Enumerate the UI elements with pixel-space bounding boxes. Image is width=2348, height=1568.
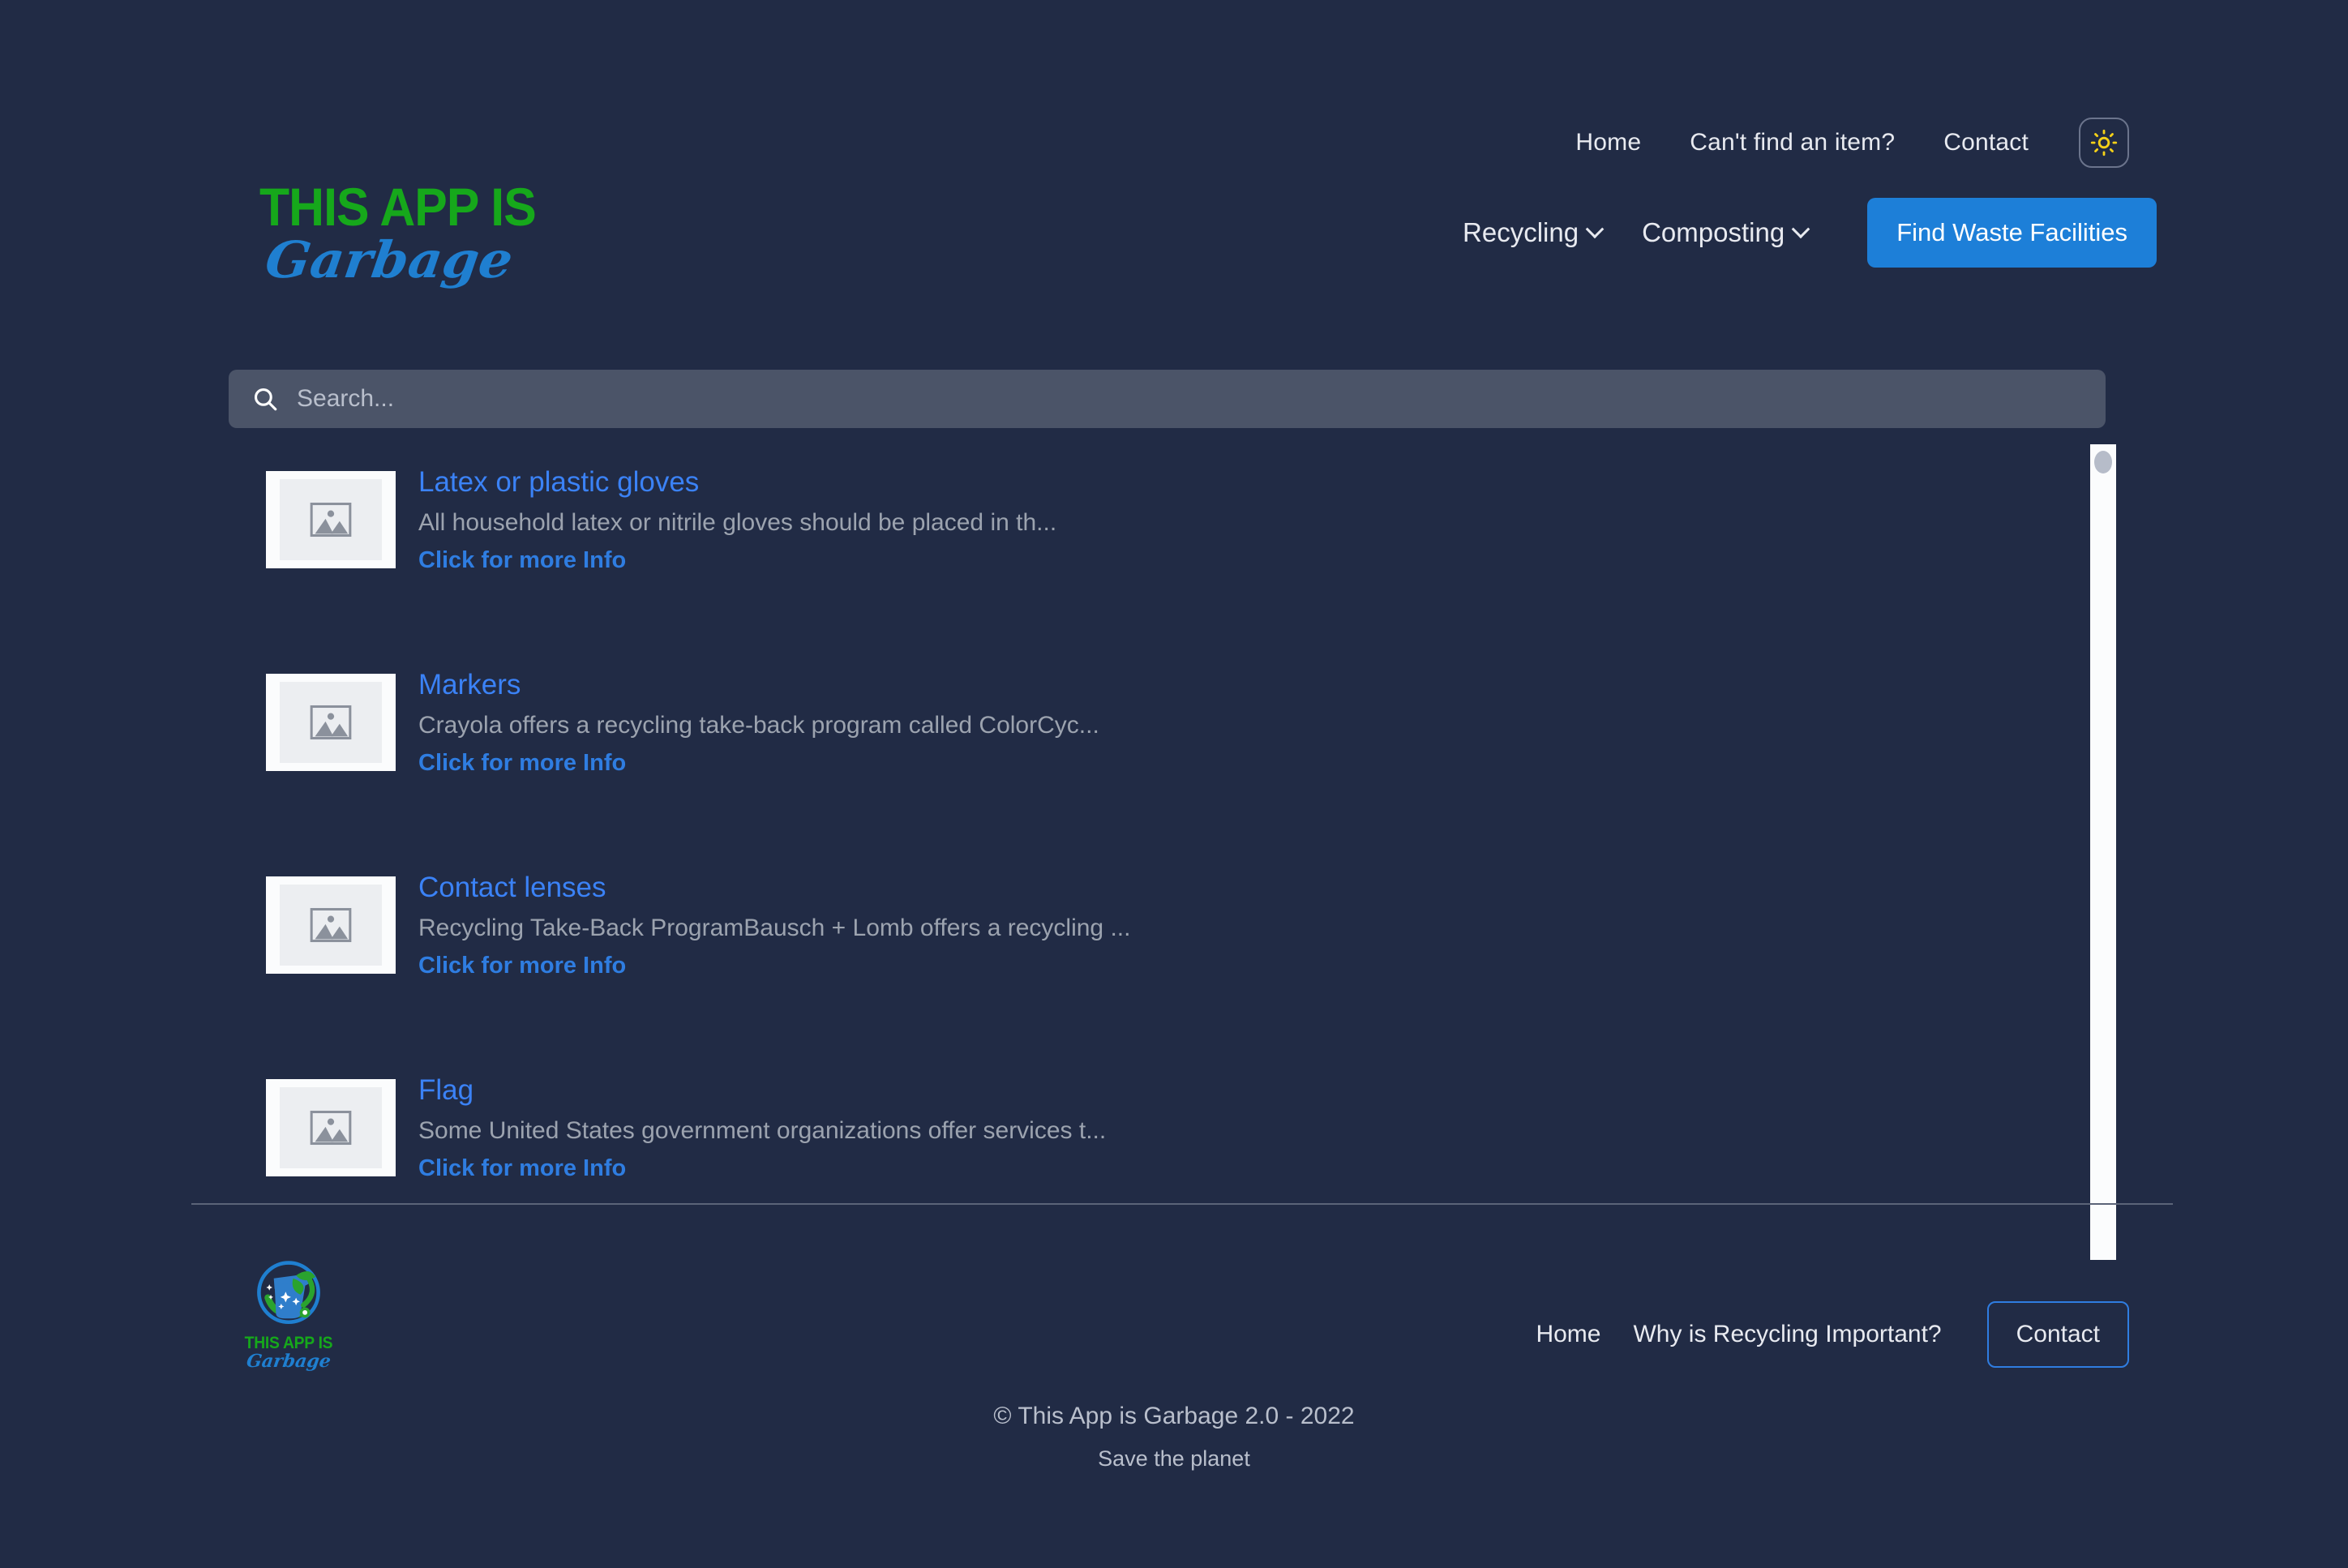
footer-logo-text-script: Garbage [245,1351,332,1372]
result-title[interactable]: Latex or plastic gloves [418,464,1056,501]
broken-image-icon [310,1110,352,1146]
result-thumbnail [266,674,396,771]
list-item[interactable]: Contact lenses Recycling Take-Back Progr… [191,859,2097,1062]
result-more-info-link[interactable]: Click for more Info [418,543,1056,577]
result-thumbnail [266,876,396,974]
site-logo[interactable]: THIS APP IS Garbage [259,180,584,293]
broken-image-icon [310,907,352,943]
main-nav: Recycling Composting Find Waste Faciliti… [1463,198,2157,268]
result-more-info-link[interactable]: Click for more Info [418,746,1099,780]
result-content: Contact lenses Recycling Take-Back Progr… [418,859,1130,983]
footer-nav: Home Why is Recycling Important? Contact [1536,1301,2129,1368]
top-utility-nav: Home Can't find an item? Contact [1575,118,2129,168]
search-input[interactable] [297,385,2083,413]
footer-divider [191,1203,2173,1205]
footer-contact-button[interactable]: Contact [1986,1301,2129,1368]
topnav-item-home[interactable]: Home [1575,129,1641,156]
result-description: Crayola offers a recycling take-back pro… [418,712,1099,739]
thumbnail-placeholder [280,682,382,763]
chevron-down-icon [1791,220,1810,239]
nav-item-recycling[interactable]: Recycling [1463,217,1605,248]
thumbnail-placeholder [280,1087,382,1168]
topnav-item-contact[interactable]: Contact [1943,129,2029,156]
result-content: Latex or plastic gloves All household la… [418,454,1056,577]
search-icon [254,388,277,411]
broken-image-icon [310,705,352,740]
theme-toggle-button[interactable] [2079,118,2129,168]
result-more-info-link[interactable]: Click for more Info [418,949,1130,983]
chevron-down-icon [1585,220,1605,239]
footer-logo[interactable]: THIS APP IS Garbage [240,1259,337,1372]
broken-image-icon [310,502,352,538]
thumbnail-placeholder [280,479,382,560]
result-title[interactable]: Flag [418,1072,1106,1109]
sun-icon [2090,129,2118,156]
list-item[interactable]: Latex or plastic gloves All household la… [191,454,2097,657]
result-thumbnail [266,1079,396,1176]
topnav-item-cant-find-an-item[interactable]: Can't find an item? [1690,129,1895,156]
scrollbar-thumb[interactable] [2094,451,2112,473]
recycling-bin-emblem-icon [257,1261,320,1325]
logo-text-script: Garbage [261,230,516,289]
page-root: Home Can't find an item? Contact THIS AP… [0,0,2348,1568]
nav-item-composting[interactable]: Composting [1642,217,1810,248]
result-more-info-link[interactable]: Click for more Info [418,1151,1106,1185]
result-content: Markers Crayola offers a recycling take-… [418,657,1099,780]
result-description: All household latex or nitrile gloves sh… [418,509,1057,536]
logo-text-primary: THIS APP IS [259,177,537,237]
result-thumbnail [266,471,396,568]
list-item[interactable]: Markers Crayola offers a recycling take-… [191,657,2097,859]
result-title[interactable]: Markers [418,666,1099,704]
copyright-text: © This App is Garbage 2.0 - 2022 [993,1403,1355,1429]
thumbnail-placeholder [280,885,382,966]
result-title[interactable]: Contact lenses [418,869,1130,906]
nav-item-recycling-label: Recycling [1463,217,1579,247]
footer-link-why-is-recycling-important[interactable]: Why is Recycling Important? [1633,1321,1941,1348]
result-description: Recycling Take-Back ProgramBausch + Lomb… [418,915,1131,941]
search-results-list: Latex or plastic gloves All household la… [191,454,2097,1208]
find-waste-facilities-button[interactable]: Find Waste Facilities [1867,198,2157,268]
results-scrollbar[interactable] [2090,444,2116,1260]
list-item[interactable]: Flag Some United States government organ… [191,1062,2097,1208]
result-description: Some United States government organizati… [418,1117,1107,1144]
footer-link-home[interactable]: Home [1536,1321,1600,1348]
nav-item-composting-label: Composting [1642,217,1785,247]
tagline-text: Save the planet [1098,1446,1250,1471]
result-content: Flag Some United States government organ… [418,1062,1106,1185]
footer-logo-text-primary: THIS APP IS [244,1334,333,1352]
site-header: THIS APP IS Garbage Recycling Composting… [191,180,2157,289]
search-bar[interactable] [229,370,2106,428]
